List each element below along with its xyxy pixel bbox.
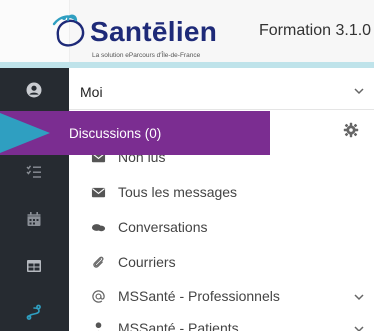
nav-item-label: Courriers (118, 254, 176, 270)
app-header: Santēlien La solution eParcours d'Île-de… (0, 0, 374, 66)
list-check-icon[interactable] (24, 162, 44, 182)
user-select[interactable]: Moi (69, 72, 374, 110)
chevron-down-icon[interactable] (353, 291, 365, 303)
nav-item-tous-les-messages[interactable]: Tous les messages (90, 180, 374, 204)
nav-item-mssante-patients[interactable]: MSSanté - Patients (90, 316, 374, 331)
user-select-value: Moi (80, 84, 103, 100)
envelope-icon (90, 184, 106, 200)
nav-item-label: Tous les messages (118, 184, 238, 200)
nav-item-mssante-professionnels[interactable]: MSSanté - Professionnels (90, 284, 374, 308)
nav-item-discussions-label: Discussions (0) (69, 126, 162, 141)
person-icon (90, 320, 106, 331)
paperclip-icon (90, 254, 106, 270)
at-icon (90, 288, 106, 304)
gear-icon[interactable] (343, 122, 359, 138)
nav-item-label: MSSanté - Professionnels (118, 288, 280, 304)
logo-mark-icon (52, 14, 85, 47)
user-circle-icon[interactable] (24, 80, 44, 100)
nav-item-label: MSSanté - Patients (118, 320, 239, 331)
calendar-icon[interactable] (24, 209, 44, 229)
logo-wordmark: Santēlien (90, 16, 218, 47)
app-title: Formation 3.1.0 (259, 22, 372, 39)
nav-item-conversations[interactable]: Conversations (90, 215, 374, 239)
chat-bubbles-icon (90, 219, 106, 235)
tutorial-arrow-pointer (0, 113, 50, 153)
chevron-down-icon[interactable] (353, 323, 365, 331)
route-icon[interactable] (24, 302, 44, 322)
santelien-logo[interactable]: Santēlien La solution eParcours d'Île-de… (50, 12, 217, 60)
nav-item-courriers[interactable]: Courriers (90, 250, 374, 274)
logo-tagline: La solution eParcours d'Île-de-France (92, 52, 201, 59)
chevron-down-icon (354, 88, 364, 95)
table-grid-icon[interactable] (24, 256, 44, 276)
nav-item-label: Conversations (118, 219, 208, 235)
